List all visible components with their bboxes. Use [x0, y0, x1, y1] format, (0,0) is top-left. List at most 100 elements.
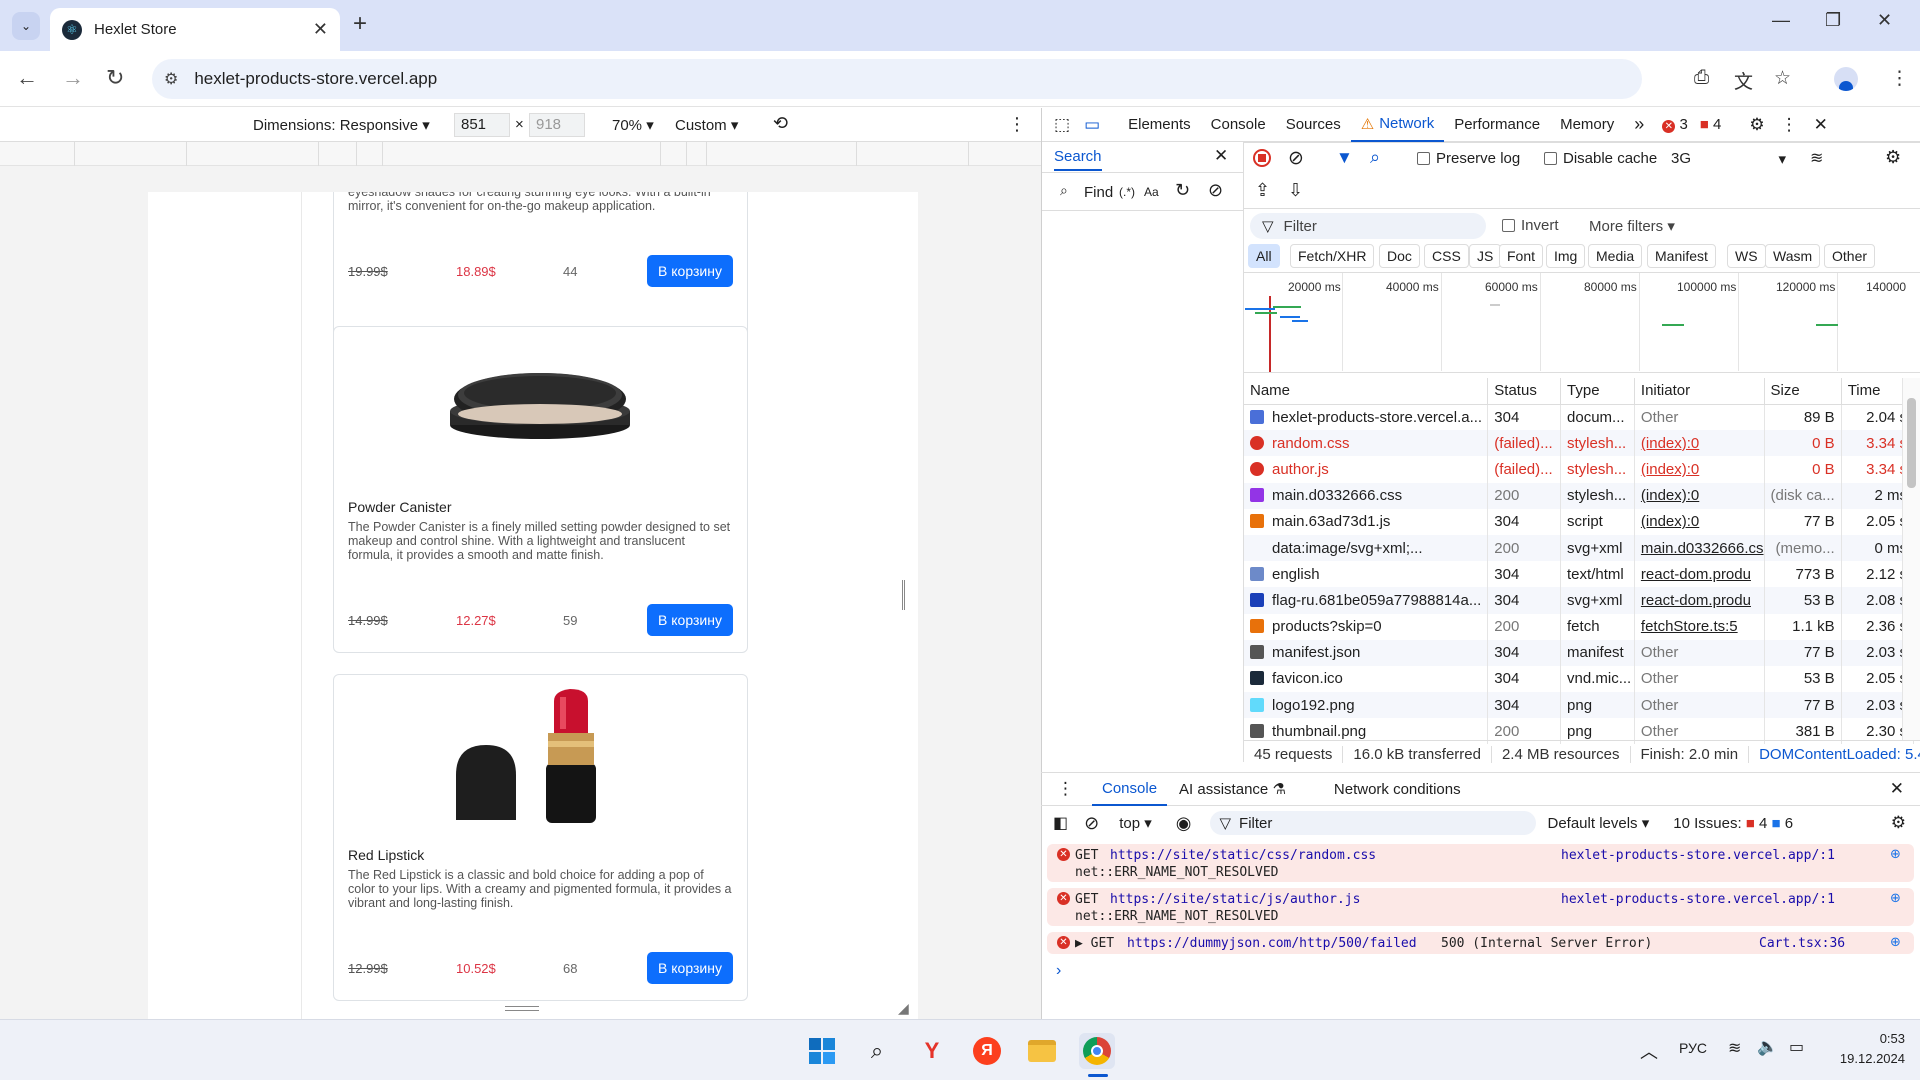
- request-initiator[interactable]: fetchStore.ts:5: [1634, 613, 1765, 640]
- search-tab[interactable]: Search: [1054, 148, 1102, 171]
- filter-type-fetch[interactable]: Fetch/XHR: [1290, 244, 1375, 268]
- live-expression-eye-icon[interactable]: ◉: [1176, 813, 1192, 834]
- refresh-search-icon[interactable]: ↻: [1175, 180, 1190, 201]
- error-source-link[interactable]: hexlet-products-store.vercel.app/:1: [1561, 892, 1917, 907]
- import-har-icon[interactable]: ⇪: [1255, 180, 1270, 201]
- tab-console[interactable]: Console: [1201, 108, 1276, 142]
- rotate-icon[interactable]: ⟲: [773, 113, 788, 134]
- browser-tab[interactable]: ⚛ Hexlet Store ✕: [50, 8, 340, 51]
- filter-type-all[interactable]: All: [1248, 244, 1280, 268]
- network-settings-icon[interactable]: ⚙: [1885, 147, 1901, 168]
- issues-counter[interactable]: 10 Issues: ■ 4 ■ 6: [1673, 815, 1793, 832]
- error-counter[interactable]: ✕ 3: [1662, 116, 1688, 133]
- error-url-link[interactable]: https://dummyjson.com/http/500/failed: [1127, 936, 1417, 951]
- resize-handle-right[interactable]: [902, 580, 905, 610]
- record-stop-icon[interactable]: [1253, 149, 1271, 167]
- close-drawer-icon[interactable]: ✕: [1890, 779, 1904, 799]
- windows-search-icon[interactable]: ⌕: [859, 1033, 895, 1069]
- column-status[interactable]: Status: [1487, 378, 1562, 405]
- scrollbar-thumb[interactable]: [1907, 398, 1916, 488]
- close-search-icon[interactable]: ✕: [1214, 146, 1228, 166]
- requests-scrollbar[interactable]: [1902, 378, 1920, 740]
- invert-checkbox[interactable]: Invert: [1502, 217, 1559, 234]
- request-row[interactable]: random.css (failed)... stylesh... (index):0…: [1244, 430, 1915, 457]
- filter-type-manifest[interactable]: Manifest: [1647, 244, 1716, 268]
- request-initiator[interactable]: (index):0: [1634, 430, 1765, 457]
- yandex-browser-icon[interactable]: Y: [914, 1033, 950, 1069]
- profile-avatar[interactable]: [1834, 67, 1858, 91]
- chrome-menu-icon[interactable]: ⋮: [1890, 67, 1909, 90]
- request-method[interactable]: ▶ GET: [1075, 936, 1114, 951]
- console-settings-icon[interactable]: ⚙: [1891, 813, 1906, 833]
- error-url-link[interactable]: https://site/static/css/random.css: [1110, 848, 1376, 863]
- network-search-icon[interactable]: ⌕: [1370, 147, 1380, 168]
- devtools-menu-icon[interactable]: ⋮: [1781, 115, 1798, 135]
- column-type[interactable]: Type: [1560, 378, 1635, 405]
- filter-type-other[interactable]: Other: [1824, 244, 1876, 268]
- filter-type-media[interactable]: Media: [1588, 244, 1643, 268]
- volume-icon[interactable]: 🔈: [1757, 1037, 1778, 1057]
- log-levels-select[interactable]: Default levels ▾: [1548, 814, 1650, 832]
- clear-console-icon[interactable]: ⊘: [1084, 813, 1099, 834]
- ai-explain-icon[interactable]: ⊕: [1890, 847, 1901, 862]
- height-input[interactable]: 918: [529, 113, 585, 137]
- request-row[interactable]: data:image/svg+xml;... 200 svg+xml main.d03…: [1244, 534, 1915, 562]
- request-row[interactable]: author.js (failed)... stylesh... (index):0 0…: [1244, 456, 1915, 483]
- dimensions-select[interactable]: Dimensions: Responsive ▾: [253, 116, 430, 134]
- network-conditions-icon[interactable]: ≋: [1810, 148, 1823, 168]
- add-to-cart-button[interactable]: В корзину: [647, 255, 733, 287]
- export-har-icon[interactable]: ⇩: [1288, 180, 1303, 201]
- windows-start-icon[interactable]: [804, 1033, 840, 1069]
- wifi-icon[interactable]: ≋: [1728, 1038, 1741, 1058]
- yandex-app-icon[interactable]: Я: [969, 1033, 1005, 1069]
- request-row[interactable]: main.d0332666.css 200 stylesh... (index):0(…: [1244, 482, 1915, 509]
- network-throttle-select[interactable]: 3G ▾: [1671, 150, 1786, 168]
- close-window-button[interactable]: ✕: [1877, 10, 1892, 31]
- width-input[interactable]: 851: [454, 113, 510, 137]
- resize-corner-icon[interactable]: ◢: [898, 1000, 909, 1017]
- tab-search-button[interactable]: ⌄: [12, 12, 40, 40]
- clear-search-icon[interactable]: ⊘: [1208, 180, 1223, 201]
- minimize-button[interactable]: —: [1772, 10, 1790, 31]
- file-explorer-icon[interactable]: [1024, 1033, 1060, 1069]
- device-toggle-icon[interactable]: ▭: [1084, 115, 1100, 135]
- install-app-icon[interactable]: ⎙: [1694, 67, 1709, 89]
- close-tab-icon[interactable]: ✕: [313, 19, 328, 40]
- regex-toggle[interactable]: (.*): [1119, 185, 1135, 199]
- request-row[interactable]: english 304 text/html react-dom.produ 773 B2…: [1244, 561, 1915, 588]
- chrome-taskbar-icon[interactable]: [1079, 1033, 1115, 1069]
- request-initiator[interactable]: main.d0332666.cs: [1634, 534, 1765, 562]
- request-initiator[interactable]: react-dom.produ: [1634, 587, 1765, 614]
- column-initiator[interactable]: Initiator: [1634, 378, 1765, 405]
- filter-type-css[interactable]: CSS: [1424, 244, 1469, 268]
- tab-sources[interactable]: Sources: [1276, 108, 1351, 142]
- tab-network[interactable]: ⚠ Network: [1350, 108, 1445, 142]
- sidebar-toggle-icon[interactable]: ◧: [1053, 813, 1068, 833]
- request-initiator[interactable]: (index):0: [1634, 482, 1765, 509]
- forward-button[interactable]: →: [62, 65, 84, 91]
- request-initiator[interactable]: (index):0: [1634, 508, 1765, 535]
- drawer-tab-console[interactable]: Console: [1092, 772, 1168, 806]
- clear-log-icon[interactable]: ⊘: [1288, 147, 1304, 170]
- device-more-icon[interactable]: ⋮: [1008, 114, 1026, 135]
- filter-funnel-icon[interactable]: ▼: [1336, 148, 1353, 168]
- zoom-select[interactable]: 70% ▾: [612, 116, 654, 134]
- drawer-tab-ai[interactable]: AI assistance ⚗: [1179, 780, 1286, 798]
- inspect-element-icon[interactable]: ⬚: [1054, 115, 1070, 135]
- request-initiator[interactable]: Other: [1634, 639, 1765, 666]
- request-row[interactable]: hexlet-products-store.vercel.a... 304 docu…: [1244, 404, 1915, 431]
- tab-elements[interactable]: Elements: [1118, 108, 1201, 142]
- resize-handle-bottom[interactable]: [505, 1006, 539, 1011]
- request-row[interactable]: main.63ad73d1.js 304 script (index):0 77 B 2.…: [1244, 508, 1915, 535]
- request-row[interactable]: manifest.json 304 manifest Other 77 B 2.03 s: [1244, 639, 1915, 666]
- request-row[interactable]: favicon.ico 304 vnd.mic... Other 53 B 2.05 s: [1244, 665, 1915, 693]
- tab-memory[interactable]: Memory: [1550, 108, 1624, 142]
- context-select[interactable]: top ▾: [1119, 814, 1152, 832]
- url-text[interactable]: hexlet-products-store.vercel.app: [194, 69, 437, 89]
- error-source-link[interactable]: Cart.tsx:36: [1759, 936, 1845, 951]
- throttle-select[interactable]: Custom ▾: [675, 116, 738, 134]
- clock-time[interactable]: 0:53: [1855, 1031, 1905, 1046]
- request-row[interactable]: logo192.png 304 png Other 77 B 2.03 s: [1244, 692, 1915, 719]
- console-filter-input[interactable]: ▽ Filter: [1209, 811, 1536, 835]
- network-filter-input[interactable]: ▽ Filter: [1250, 213, 1486, 239]
